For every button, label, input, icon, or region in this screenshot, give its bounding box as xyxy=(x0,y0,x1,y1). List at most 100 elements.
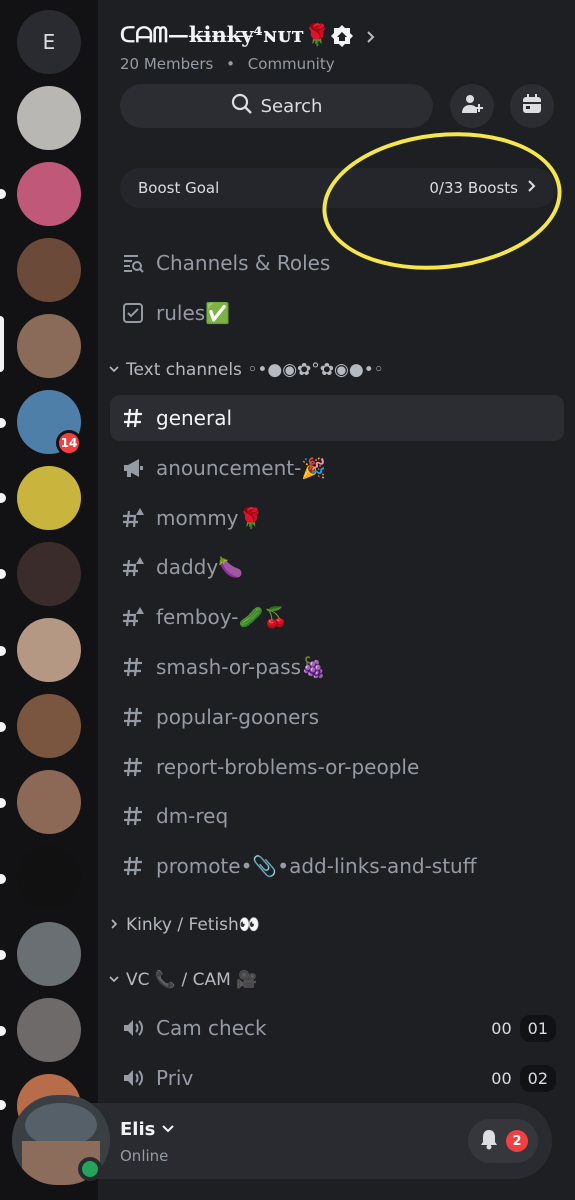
unread-indicator xyxy=(0,1100,6,1110)
channel-label: general xyxy=(156,406,233,430)
server-rail: E 14 xyxy=(0,0,98,1200)
server-title-icons xyxy=(330,24,378,52)
channels-roles-label: Channels & Roles xyxy=(156,251,331,275)
server-icon[interactable] xyxy=(17,162,81,226)
server-icon[interactable] xyxy=(17,694,81,758)
voice-user-limit: 00 01 xyxy=(483,1014,556,1042)
hash-icon xyxy=(122,706,144,728)
channel-item[interactable]: report-broblems-or-people xyxy=(110,744,564,790)
bell-icon xyxy=(478,1128,500,1154)
category-vc[interactable]: VC 📞 / CAM 🎥 xyxy=(108,967,257,993)
channel-label: promote•📎•add-links-and-stuff xyxy=(156,854,477,879)
member-count: 20 Members xyxy=(120,55,214,73)
channel-label: dm-req xyxy=(156,804,229,829)
channels-roles-icon xyxy=(122,252,144,274)
events-button[interactable] xyxy=(510,84,554,128)
chevron-down-icon xyxy=(108,360,120,380)
boost-goal-button[interactable]: Boost Goal 0/33 Boosts xyxy=(120,168,556,208)
channel-item[interactable]: popular-gooners xyxy=(110,694,564,740)
meta-separator: • xyxy=(226,55,236,73)
speaker-icon xyxy=(122,1017,144,1039)
unread-indicator xyxy=(0,418,6,428)
voice-count: 00 xyxy=(491,1068,512,1088)
category-kinky[interactable]: Kinky / Fetish👀 xyxy=(108,912,260,938)
category-label: VC 📞 / CAM 🎥 xyxy=(126,970,258,990)
search-button[interactable]: Search xyxy=(120,84,433,128)
server-icon[interactable] xyxy=(17,618,81,682)
unread-indicator xyxy=(0,722,6,732)
unread-indicator xyxy=(0,569,6,579)
username[interactable]: Elis xyxy=(120,1119,175,1140)
chevron-right-icon xyxy=(108,915,120,935)
channel-item[interactable]: promote•📎•add-links-and-stuff xyxy=(110,843,564,889)
rules-channel[interactable]: rules✅ xyxy=(110,290,564,336)
channel-label: report-broblems-or-people xyxy=(156,754,420,779)
channels-roles-link[interactable]: Channels & Roles xyxy=(110,240,564,286)
hash-icon xyxy=(122,756,144,778)
hash-warning-icon xyxy=(122,606,144,628)
rules-label: rules✅ xyxy=(156,301,231,325)
unread-indicator xyxy=(0,189,6,199)
boost-status: 0/33 Boosts xyxy=(429,179,538,197)
channel-label: popular-gooners xyxy=(156,704,320,729)
chevron-right-icon[interactable] xyxy=(364,29,378,48)
hash-icon xyxy=(122,407,144,429)
server-title[interactable]: ᑕᗩᗰ—k̶i̶n̶k̶y̶⁴ɴᴜᴛ🌹 xyxy=(120,22,330,48)
channel-item[interactable]: mommy🌹 xyxy=(110,495,564,541)
category-label: Kinky / Fetish👀 xyxy=(126,915,260,935)
channel-label: daddy🍆 xyxy=(156,555,244,580)
channel-item[interactable]: femboy-🥒🍒 xyxy=(110,594,564,640)
server-icon[interactable] xyxy=(17,998,81,1062)
channel-item[interactable]: anouncement-🎉 xyxy=(110,445,564,491)
user-panel[interactable]: Elis Online 2 xyxy=(12,1095,552,1185)
server-icon[interactable] xyxy=(17,542,81,606)
calendar-icon xyxy=(520,92,544,120)
server-meta: 20 Members • Community xyxy=(120,55,335,73)
community-badge-icon xyxy=(330,24,354,52)
hash-icon xyxy=(122,805,144,827)
voice-limit: 01 xyxy=(519,1014,556,1042)
category-label: Text channels ◦•●◉✿°✿◉●•◦ xyxy=(126,360,384,380)
voice-channel[interactable]: Cam check 00 01 xyxy=(110,1005,564,1051)
hash-warning-icon xyxy=(122,507,144,529)
server-icon[interactable] xyxy=(17,770,81,834)
chevron-right-icon xyxy=(526,179,538,197)
channel-label: smash-or-pass🍇 xyxy=(156,655,326,679)
unread-indicator xyxy=(0,798,6,808)
server-icon[interactable] xyxy=(17,86,81,150)
unread-indicator xyxy=(0,493,6,503)
voice-channel[interactable]: Priv 00 02 xyxy=(110,1055,564,1101)
notifications-button[interactable]: 2 xyxy=(468,1119,538,1163)
notification-count-badge: 2 xyxy=(506,1130,528,1152)
channel-item[interactable]: general xyxy=(110,395,564,441)
online-status-indicator xyxy=(78,1157,102,1181)
rules-icon xyxy=(122,302,144,324)
server-icon[interactable] xyxy=(17,922,81,986)
channel-item[interactable]: daddy🍆 xyxy=(110,544,564,590)
user-status-text: Online xyxy=(120,1147,169,1165)
invite-button[interactable] xyxy=(450,84,494,128)
chevron-down-icon xyxy=(161,1119,175,1140)
server-icon[interactable] xyxy=(17,314,81,378)
voice-channel-label: Cam check xyxy=(156,1016,267,1040)
server-icon[interactable] xyxy=(17,466,81,530)
selected-indicator xyxy=(0,316,4,372)
server-type: Community xyxy=(247,55,335,73)
category-text-channels[interactable]: Text channels ◦•●◉✿°✿◉●•◦ xyxy=(108,357,384,383)
channel-label: mommy🌹 xyxy=(156,505,264,530)
chevron-down-icon xyxy=(108,970,120,990)
server-icon[interactable] xyxy=(17,238,81,302)
voice-channel-label: Priv xyxy=(156,1066,194,1090)
channel-label: femboy-🥒🍒 xyxy=(156,605,289,630)
home-server-button[interactable]: E xyxy=(17,10,81,74)
channel-item[interactable]: smash-or-pass🍇 xyxy=(110,644,564,690)
add-member-icon xyxy=(460,92,484,120)
server-icon[interactable] xyxy=(17,846,81,910)
channel-label: anouncement-🎉 xyxy=(156,455,327,480)
speaker-icon xyxy=(122,1067,144,1089)
channel-item[interactable]: dm-req xyxy=(110,793,564,839)
discord-app: E 14 ᑕᗩᗰ—k̶i̶n̶k̶y̶⁴ɴᴜᴛ🌹 20 Members • Co… xyxy=(0,0,575,1200)
hash-icon xyxy=(122,656,144,678)
channel-panel: ᑕᗩᗰ—k̶i̶n̶k̶y̶⁴ɴᴜᴛ🌹 20 Members • Communi… xyxy=(98,0,575,1200)
search-icon xyxy=(231,93,253,120)
